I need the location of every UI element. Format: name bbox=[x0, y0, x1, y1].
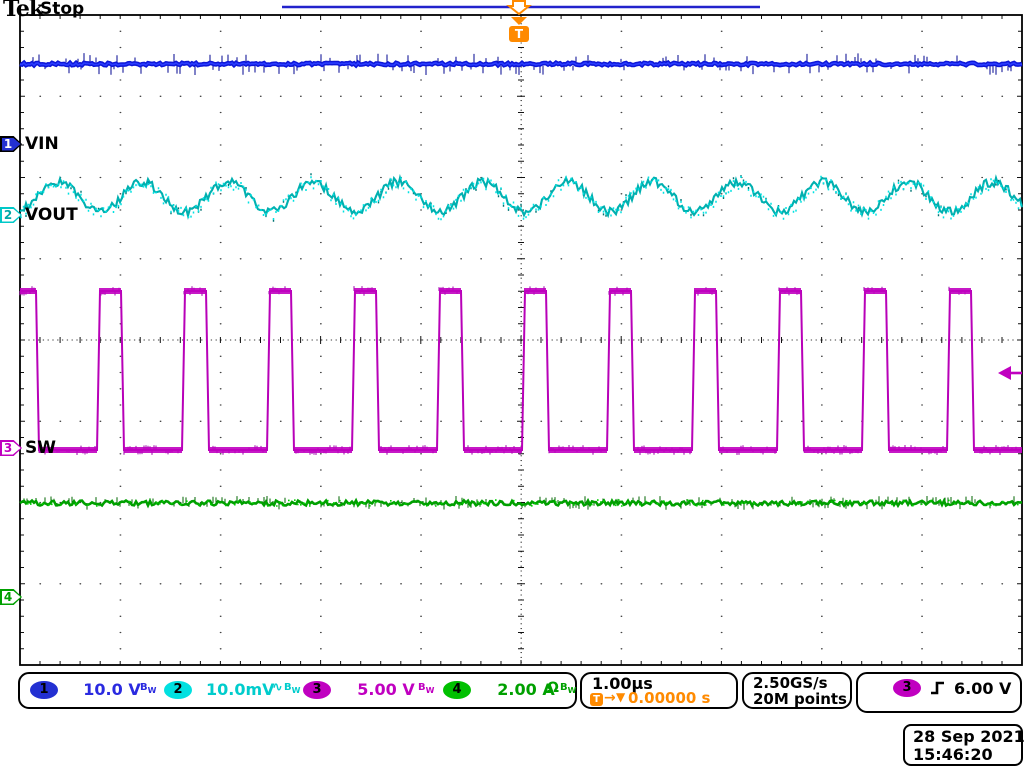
waveform-display bbox=[19, 0, 1024, 666]
ch3-ground-marker[interactable]: 3 bbox=[0, 440, 22, 456]
ch1-label: VIN bbox=[25, 134, 59, 154]
trigger-box[interactable]: 3 6.00 V bbox=[856, 672, 1022, 713]
ch2-bandwidth-icon: BW bbox=[284, 682, 301, 695]
record-length-readout: 20M points bbox=[753, 690, 847, 708]
timebase-box[interactable]: 1.00µs T → ▼ 0.00000 s bbox=[580, 672, 738, 709]
trigger-marker-icon: ▼ bbox=[616, 690, 626, 704]
ch2-marker-number: 2 bbox=[3, 207, 13, 222]
trigger-level-arrow[interactable] bbox=[998, 366, 1011, 380]
ch1-readout-badge[interactable]: 1 bbox=[30, 681, 58, 699]
ch3-label: SW bbox=[25, 438, 56, 458]
ch4-readout-badge[interactable]: 4 bbox=[443, 681, 471, 699]
ch3-marker-number: 3 bbox=[3, 440, 13, 455]
ch2-label: VOUT bbox=[25, 205, 78, 225]
ch4-bandwidth-icon: BW bbox=[560, 682, 577, 695]
ch1-bandwidth-icon: BW bbox=[140, 682, 157, 695]
ch3-scale-readout[interactable]: 5.00 V bbox=[342, 680, 430, 699]
ch3-bandwidth-icon: BW bbox=[418, 682, 435, 695]
ch1-ground-marker[interactable]: 1 bbox=[0, 136, 22, 152]
ch4-impedance-icon: Ω bbox=[547, 680, 559, 696]
trigger-level-readout: 6.00 V bbox=[954, 679, 1012, 698]
date-readout: 28 Sep 2021 bbox=[913, 727, 1024, 746]
ch2-scale-readout[interactable]: 10.0mV bbox=[206, 680, 275, 699]
acquisition-box[interactable]: 2.50GS/s 20M points bbox=[742, 672, 852, 709]
ch4-marker-number: 4 bbox=[3, 589, 13, 604]
ch2-readout-badge[interactable]: 2 bbox=[164, 681, 192, 699]
ch1-marker-number: 1 bbox=[3, 136, 13, 151]
channel-readouts-box: 1 10.0 V BW 2 10.0mV ∿ BW 3 5.00 V BW 4 … bbox=[18, 672, 577, 709]
acquisition-status: Stop bbox=[40, 0, 85, 19]
trigger-t-icon: T bbox=[590, 693, 603, 706]
ch4-ground-marker[interactable]: 4 bbox=[0, 589, 22, 605]
trigger-position-arrow-icon[interactable] bbox=[511, 17, 527, 25]
rising-edge-icon bbox=[931, 681, 944, 695]
trigger-position-readout: 0.00000 s bbox=[628, 689, 711, 707]
tek-logo: Tek bbox=[3, 0, 44, 22]
oscilloscope-screen: Tek Stop T 1 VIN 2 VOUT 3 SW 4 1 10.0 V … bbox=[0, 0, 1024, 768]
ch3-readout-badge[interactable]: 3 bbox=[303, 681, 331, 699]
record-trigger-position-icon[interactable] bbox=[506, 0, 532, 16]
ch2-ac-coupling-icon: ∿ bbox=[272, 680, 283, 695]
trigger-source-badge: 3 bbox=[893, 679, 921, 697]
trigger-position-badge[interactable]: T bbox=[509, 26, 529, 42]
datetime-box: 28 Sep 2021 15:46:20 bbox=[903, 724, 1024, 766]
trigger-arrow-icon: → bbox=[604, 690, 616, 706]
ch2-ground-marker[interactable]: 2 bbox=[0, 207, 22, 223]
time-readout: 15:46:20 bbox=[913, 745, 993, 764]
